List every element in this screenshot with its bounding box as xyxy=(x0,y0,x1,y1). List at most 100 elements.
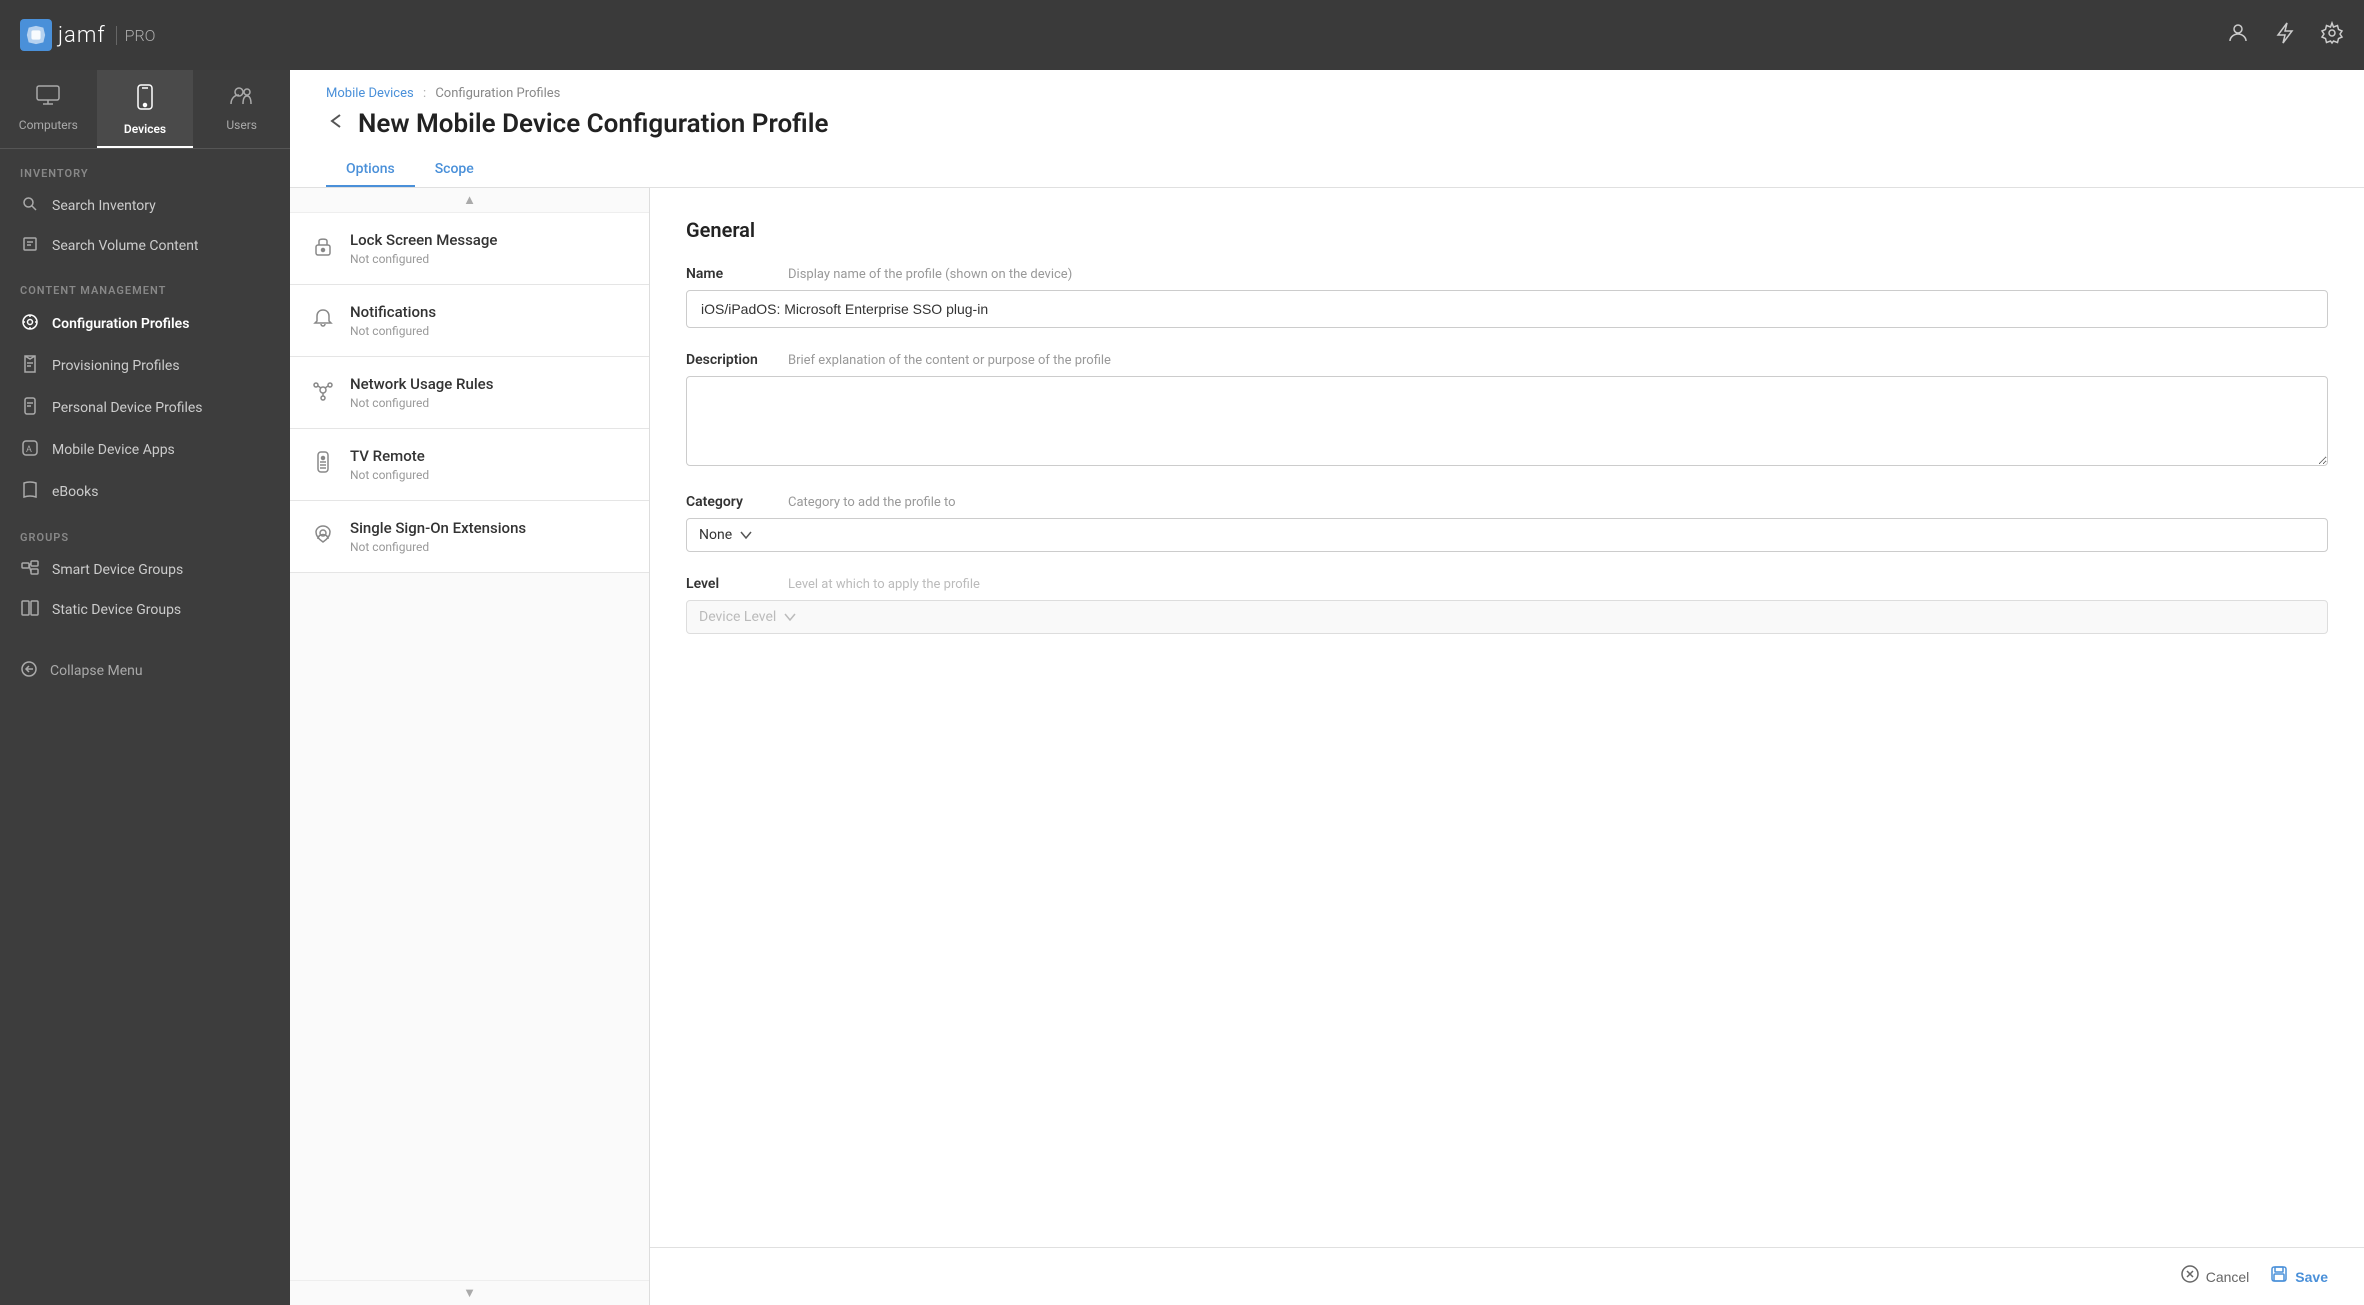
config-profiles-label: Configuration Profiles xyxy=(52,316,189,332)
computers-tab-label: Computers xyxy=(19,118,78,132)
category-hint: Category to add the profile to xyxy=(788,495,956,510)
sidebar: Computers Devices xyxy=(0,70,290,1305)
form-panel: General Name Display name of the profile… xyxy=(650,188,2364,1247)
jamf-logo: jamf PRO xyxy=(20,19,155,51)
inventory-section-label: INVENTORY xyxy=(0,149,290,186)
tab-options[interactable]: Options xyxy=(326,153,415,187)
name-label: Name xyxy=(686,266,776,282)
network-usage-text: Network Usage Rules Not configured xyxy=(350,375,493,410)
collapse-menu-button[interactable]: Collapse Menu xyxy=(0,650,290,692)
sidebar-item-ebooks[interactable]: eBooks xyxy=(0,471,290,513)
smart-groups-icon xyxy=(20,560,40,580)
content-mgmt-section-label: CONTENT MANAGEMENT xyxy=(0,266,290,303)
network-usage-name: Network Usage Rules xyxy=(350,375,493,393)
user-icon[interactable] xyxy=(2226,21,2250,50)
personal-device-icon xyxy=(20,397,40,419)
tv-remote-status: Not configured xyxy=(350,468,429,482)
sidebar-item-provisioning[interactable]: Provisioning Profiles xyxy=(0,345,290,387)
sidebar-item-personal-device[interactable]: Personal Device Profiles xyxy=(0,387,290,429)
devices-tab-icon xyxy=(136,84,154,116)
smart-groups-label: Smart Device Groups xyxy=(52,562,183,578)
sidebar-item-search-volume[interactable]: Search Volume Content xyxy=(0,226,290,266)
cancel-button[interactable]: Cancel xyxy=(2180,1264,2250,1289)
tab-scope[interactable]: Scope xyxy=(415,153,494,187)
category-label-row: Category Category to add the profile to xyxy=(686,494,2328,510)
network-usage-status: Not configured xyxy=(350,396,493,410)
config-profiles-icon xyxy=(20,313,40,335)
sidebar-item-mobile-apps[interactable]: A Mobile Device Apps xyxy=(0,429,290,471)
static-groups-label: Static Device Groups xyxy=(52,602,181,618)
profile-section-sso[interactable]: Single Sign-On Extensions Not configured xyxy=(290,501,649,573)
sidebar-item-static-groups[interactable]: Static Device Groups xyxy=(0,590,290,630)
description-field: Description Brief explanation of the con… xyxy=(686,352,2328,470)
name-hint: Display name of the profile (shown on th… xyxy=(788,267,1072,282)
sidebar-tab-devices[interactable]: Devices xyxy=(97,70,194,148)
users-tab-icon xyxy=(229,84,255,112)
sidebar-item-smart-groups[interactable]: Smart Device Groups xyxy=(0,550,290,590)
search-volume-icon xyxy=(20,236,40,256)
back-button[interactable] xyxy=(326,111,346,137)
tv-remote-text: TV Remote Not configured xyxy=(350,447,429,482)
sidebar-tab-users[interactable]: Users xyxy=(193,70,290,148)
sso-status: Not configured xyxy=(350,540,526,554)
profile-section-lock-screen[interactable]: Lock Screen Message Not configured xyxy=(290,213,649,285)
name-field: Name Display name of the profile (shown … xyxy=(686,266,2328,328)
collapse-icon xyxy=(20,660,38,682)
profile-list-panel: ▲ Lock Screen Message xyxy=(290,188,650,1305)
jamf-logo-svg xyxy=(25,24,47,46)
search-inventory-label: Search Inventory xyxy=(52,198,156,214)
lock-screen-text: Lock Screen Message Not configured xyxy=(350,231,497,266)
jamf-text: jamf xyxy=(58,23,106,48)
collapse-label: Collapse Menu xyxy=(50,663,143,679)
tv-remote-name: TV Remote xyxy=(350,447,429,465)
mobile-apps-label: Mobile Device Apps xyxy=(52,442,175,458)
computers-tab-icon xyxy=(35,84,61,112)
profile-section-network-usage[interactable]: Network Usage Rules Not configured xyxy=(290,357,649,429)
personal-device-label: Personal Device Profiles xyxy=(52,400,203,416)
profile-section-tv-remote[interactable]: TV Remote Not configured xyxy=(290,429,649,501)
sidebar-tab-computers[interactable]: Computers xyxy=(0,70,97,148)
lightning-icon[interactable] xyxy=(2274,21,2296,50)
name-label-row: Name Display name of the profile (shown … xyxy=(686,266,2328,282)
breadcrumb: Mobile Devices : Configuration Profiles xyxy=(326,86,2328,101)
level-select[interactable]: Device Level xyxy=(686,600,2328,634)
sidebar-item-search-inventory[interactable]: Search Inventory xyxy=(0,186,290,226)
lock-screen-status: Not configured xyxy=(350,252,497,266)
category-select[interactable]: None xyxy=(686,518,2328,552)
provisioning-label: Provisioning Profiles xyxy=(52,358,180,374)
level-value: Device Level xyxy=(699,609,776,625)
profile-section-notifications[interactable]: Notifications Not configured xyxy=(290,285,649,357)
sidebar-item-config-profiles[interactable]: Configuration Profiles xyxy=(0,303,290,345)
devices-tab-label: Devices xyxy=(124,122,166,136)
tv-remote-icon xyxy=(310,451,336,478)
level-field: Level Level at which to apply the profil… xyxy=(686,576,2328,634)
network-usage-icon xyxy=(310,379,336,406)
settings-icon[interactable] xyxy=(2320,21,2344,50)
notifications-icon xyxy=(310,307,336,334)
sso-name: Single Sign-On Extensions xyxy=(350,519,526,537)
description-label: Description xyxy=(686,352,776,368)
name-input[interactable] xyxy=(686,290,2328,328)
content-area: Mobile Devices : Configuration Profiles … xyxy=(290,70,2364,1305)
level-label: Level xyxy=(686,576,776,592)
notifications-name: Notifications xyxy=(350,303,436,321)
breadcrumb-separator: : xyxy=(423,86,426,101)
notifications-text: Notifications Not configured xyxy=(350,303,436,338)
category-field: Category Category to add the profile to … xyxy=(686,494,2328,552)
scroll-up-indicator[interactable]: ▲ xyxy=(290,188,649,213)
action-bar: Cancel Save xyxy=(650,1247,2364,1305)
breadcrumb-parent[interactable]: Mobile Devices xyxy=(326,86,414,101)
lock-screen-name: Lock Screen Message xyxy=(350,231,497,249)
save-button[interactable]: Save xyxy=(2269,1264,2328,1289)
two-col-layout: ▲ Lock Screen Message xyxy=(290,188,2364,1305)
profile-list-inner: Lock Screen Message Not configured xyxy=(290,213,649,1278)
scroll-down-indicator[interactable]: ▼ xyxy=(290,1280,649,1305)
provisioning-icon xyxy=(20,355,40,377)
lock-screen-icon xyxy=(310,235,336,262)
top-nav: jamf PRO xyxy=(0,0,2364,70)
ebooks-icon xyxy=(20,481,40,503)
level-hint: Level at which to apply the profile xyxy=(788,577,980,592)
notifications-status: Not configured xyxy=(350,324,436,338)
page-title: New Mobile Device Configuration Profile xyxy=(358,109,828,139)
description-input[interactable] xyxy=(686,376,2328,466)
